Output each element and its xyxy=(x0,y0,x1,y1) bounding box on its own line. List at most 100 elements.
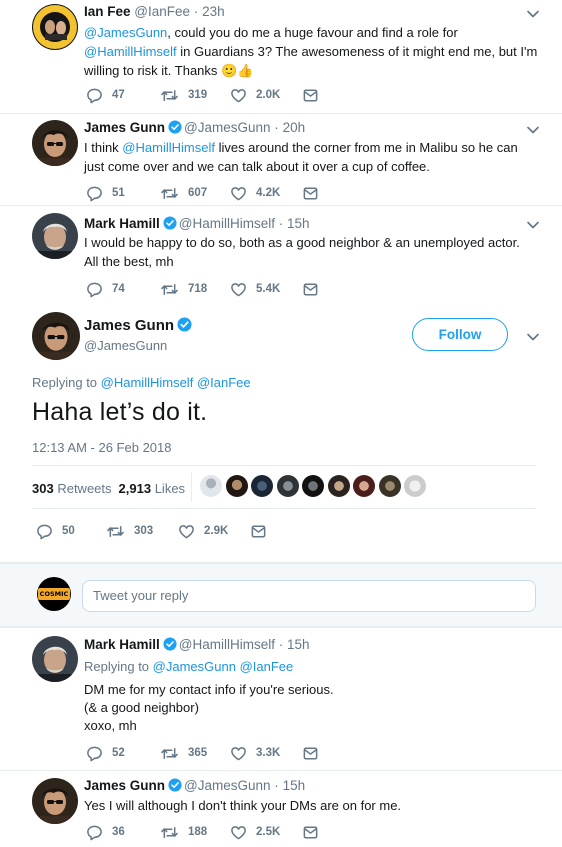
chevron-down-icon[interactable] xyxy=(526,220,540,230)
liker-avatar[interactable] xyxy=(302,475,324,497)
reply-icon xyxy=(36,523,53,540)
tweet-header: Mark Hamill @HamillHimself · 15h xyxy=(84,637,310,652)
follow-button[interactable]: Follow xyxy=(412,318,508,351)
tweet-text: I would be happy to do so, both as a goo… xyxy=(84,235,520,269)
author-handle[interactable]: @JamesGunn xyxy=(184,778,271,793)
dm-icon xyxy=(250,523,267,540)
like-button[interactable]: 2.9K xyxy=(178,522,228,540)
liker-avatar[interactable] xyxy=(276,475,299,497)
tweet-time[interactable]: 15h xyxy=(287,216,310,231)
author-handle[interactable]: @HamillHimself xyxy=(179,216,275,231)
reply-mark-hamill[interactable]: Mark Hamill @HamillHimself · 15h Replying… xyxy=(0,628,562,771)
reply-button[interactable]: 52 xyxy=(86,744,125,762)
author-handle[interactable]: @JamesGunn xyxy=(84,338,167,353)
main-tweet-author[interactable]: James Gunn xyxy=(84,317,194,334)
tweet-time[interactable]: 15h xyxy=(283,778,306,793)
chevron-down-icon[interactable] xyxy=(526,332,540,342)
tweet-ian-fee[interactable]: Ian Fee @IanFee · 23h @JamesGunn, could … xyxy=(0,0,562,113)
dm-icon xyxy=(302,745,319,762)
dm-button[interactable] xyxy=(302,823,328,841)
divider xyxy=(32,465,536,466)
mention-link[interactable]: @IanFee xyxy=(197,375,251,390)
reply-icon xyxy=(86,281,103,298)
avatar[interactable] xyxy=(32,4,78,50)
retweet-stat[interactable]: 303 Retweets xyxy=(32,481,112,496)
verified-badge-icon xyxy=(168,120,182,134)
emoji: 🙂👍 xyxy=(221,63,254,78)
author-name[interactable]: Ian Fee xyxy=(84,4,131,19)
author-name[interactable]: James Gunn xyxy=(84,778,165,793)
tweet-time[interactable]: 20h xyxy=(283,120,306,135)
retweet-icon xyxy=(160,745,179,762)
author-handle[interactable]: @HamillHimself xyxy=(179,637,275,652)
reply-input[interactable]: Tweet your reply xyxy=(82,580,536,612)
stats-separator xyxy=(191,472,192,502)
mention-link[interactable]: @JamesGunn xyxy=(153,659,236,674)
tweet-text: I think @HamillHimself lives around the … xyxy=(84,140,518,174)
user-avatar[interactable]: COSMIC xyxy=(37,577,71,611)
retweet-button[interactable]: 607 xyxy=(160,184,207,202)
dm-button[interactable] xyxy=(302,86,328,104)
liker-avatar[interactable] xyxy=(200,475,222,497)
author-name[interactable]: Mark Hamill xyxy=(84,637,160,652)
like-icon xyxy=(230,824,247,841)
like-button[interactable]: 5.4K xyxy=(230,280,280,298)
verified-badge-icon xyxy=(177,317,192,332)
avatar[interactable] xyxy=(32,312,80,360)
liker-avatar[interactable] xyxy=(404,475,426,497)
tweet-mark-hamill[interactable]: Mark Hamill @HamillHimself · 15h I would … xyxy=(0,206,562,302)
avatar[interactable] xyxy=(32,213,78,259)
like-button[interactable]: 3.3K xyxy=(230,744,280,762)
like-button[interactable]: 2.0K xyxy=(230,86,280,104)
like-icon xyxy=(230,185,247,202)
dm-button[interactable] xyxy=(302,280,328,298)
chevron-down-icon[interactable] xyxy=(526,125,540,135)
tweet-text: @JamesGunn, could you do me a huge favou… xyxy=(84,25,538,78)
like-button[interactable]: 4.2K xyxy=(230,184,280,202)
tweet-header: Mark Hamill @HamillHimself · 15h xyxy=(84,216,310,231)
like-stat[interactable]: 2,913 Likes xyxy=(119,481,186,496)
retweet-icon xyxy=(160,281,179,298)
reply-icon xyxy=(86,185,103,202)
tweet-james-gunn[interactable]: James Gunn @JamesGunn · 20h I think @Hami… xyxy=(0,114,562,204)
reply-button[interactable]: 51 xyxy=(86,184,125,202)
author-name[interactable]: James Gunn xyxy=(84,317,174,334)
replying-to: Replying to @JamesGunn @IanFee xyxy=(84,659,294,674)
retweet-button[interactable]: 365 xyxy=(160,744,207,762)
dm-button[interactable] xyxy=(302,184,328,202)
liker-avatar[interactable] xyxy=(353,475,375,497)
avatar[interactable] xyxy=(32,778,78,824)
author-handle[interactable]: @JamesGunn xyxy=(184,120,271,135)
reply-james-gunn[interactable]: James Gunn @JamesGunn · 15h Yes I will al… xyxy=(0,771,562,847)
tweet-time[interactable]: 23h xyxy=(202,4,225,19)
dm-button[interactable] xyxy=(302,744,328,762)
liker-avatar[interactable] xyxy=(251,475,273,497)
tweet-time[interactable]: 15h xyxy=(287,637,310,652)
liker-avatar[interactable] xyxy=(225,475,248,497)
retweet-button[interactable]: 188 xyxy=(160,823,207,841)
reply-button[interactable]: 50 xyxy=(36,522,75,540)
tweet-text: Yes I will although I don't think your D… xyxy=(84,798,402,813)
reply-button[interactable]: 36 xyxy=(86,823,125,841)
reply-button[interactable]: 74 xyxy=(86,280,125,298)
avatar[interactable] xyxy=(32,120,78,166)
mention-link[interactable]: @HamillHimself xyxy=(122,140,215,155)
retweet-button[interactable]: 718 xyxy=(160,280,207,298)
chevron-down-icon[interactable] xyxy=(526,9,540,19)
dm-button[interactable] xyxy=(250,522,276,540)
avatar[interactable] xyxy=(32,636,78,682)
mention-link[interactable]: @IanFee xyxy=(240,659,294,674)
liker-avatar[interactable] xyxy=(327,475,350,497)
retweet-button[interactable]: 303 xyxy=(106,522,153,540)
retweet-button[interactable]: 319 xyxy=(160,86,207,104)
author-handle[interactable]: @IanFee xyxy=(134,4,190,19)
tweet-timestamp[interactable]: 12:13 AM - 26 Feb 2018 xyxy=(32,440,171,455)
liker-avatar[interactable] xyxy=(378,475,401,497)
reply-button[interactable]: 47 xyxy=(86,86,125,104)
mention-link[interactable]: @HamillHimself xyxy=(101,375,194,390)
author-name[interactable]: Mark Hamill xyxy=(84,216,160,231)
mention-link[interactable]: @HamillHimself xyxy=(84,44,177,59)
author-name[interactable]: James Gunn xyxy=(84,120,165,135)
like-button[interactable]: 2.5K xyxy=(230,823,280,841)
mention-link[interactable]: @JamesGunn xyxy=(84,25,167,40)
